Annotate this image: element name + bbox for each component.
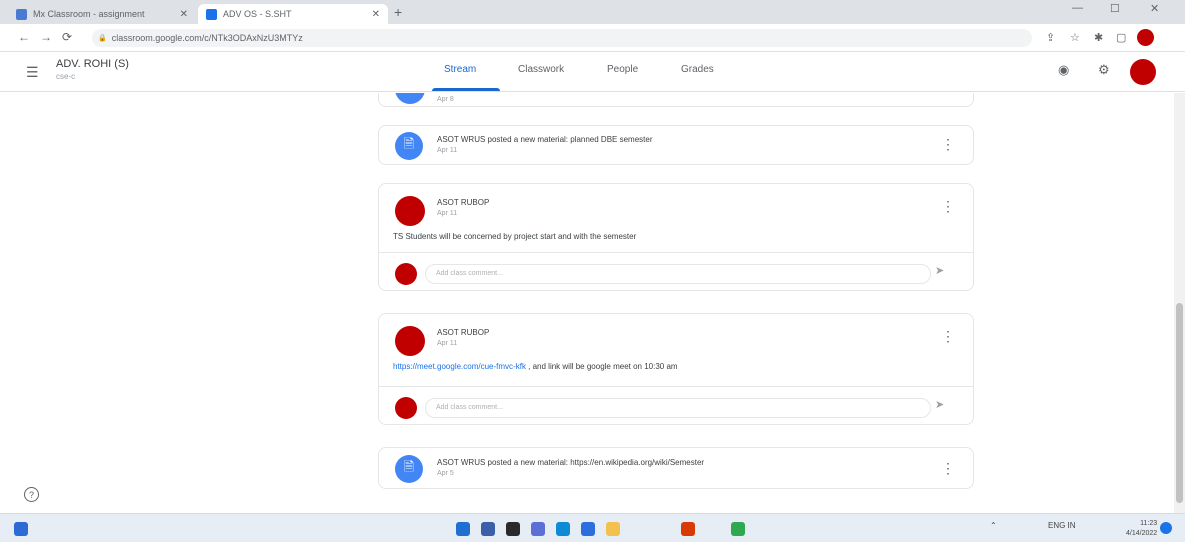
- task-view-icon[interactable]: [506, 522, 520, 536]
- post-title: ASOT WRUS posted a new material: planned…: [437, 135, 653, 144]
- post-author: ASOT RUBOP: [437, 198, 490, 207]
- browser-tab-strip: Mx Classroom - assignment ✕ ADV OS - S.S…: [0, 0, 1185, 24]
- maximize-button[interactable]: ☐: [1110, 2, 1120, 15]
- post-date: Apr 11: [437, 210, 458, 217]
- more-options-icon[interactable]: ⋮: [941, 460, 955, 477]
- post-card-material[interactable]: 🗎 ASOT WRUS posted a new material: https…: [378, 447, 974, 489]
- clock-time: 11:23: [1140, 520, 1158, 527]
- clock[interactable]: 11:23 4/14/2022: [1126, 519, 1157, 539]
- tab-title: ADV OS - S.SHT: [223, 9, 292, 19]
- post-date: Apr 11: [437, 340, 458, 347]
- stream-feed: 🗎 Apr 8 🗎 ASOT WRUS posted a new materia…: [0, 93, 1185, 513]
- active-tab-indicator: [432, 88, 500, 91]
- avatar: [395, 397, 417, 419]
- avatar: [395, 196, 425, 226]
- account-avatar[interactable]: [1130, 59, 1156, 85]
- tab-classwork[interactable]: Classwork: [518, 64, 564, 75]
- class-subtitle: cse-c: [56, 72, 76, 81]
- chat-icon[interactable]: [531, 522, 545, 536]
- close-window-button[interactable]: ✕: [1150, 2, 1159, 15]
- chrome-icon[interactable]: [731, 522, 745, 536]
- extensions-icon[interactable]: ✱: [1094, 31, 1103, 44]
- material-icon: 🗎: [395, 132, 423, 160]
- back-button[interactable]: ←: [18, 30, 30, 44]
- profile-avatar[interactable]: [1137, 29, 1154, 46]
- classroom-header: ☰ ADV. ROHI (S) cse-c Stream Classwork P…: [0, 52, 1185, 92]
- office-icon[interactable]: [681, 522, 695, 536]
- post-date: Apr 8: [437, 96, 454, 103]
- post-body: https://meet.google.com/cue-fmvc-kfk , a…: [393, 362, 678, 371]
- send-icon[interactable]: ➤: [935, 398, 944, 411]
- widgets-icon[interactable]: [14, 522, 28, 536]
- tab-favicon: [16, 8, 27, 20]
- search-icon[interactable]: [481, 522, 495, 536]
- post-body: TS Students will be concerned by project…: [393, 232, 637, 241]
- lock-icon: 🔒: [98, 35, 107, 42]
- post-author: ASOT RUBOP: [437, 328, 490, 337]
- more-options-icon[interactable]: ⋮: [941, 328, 955, 345]
- tab-favicon: [206, 8, 217, 20]
- notification-icon[interactable]: [1160, 522, 1172, 534]
- address-bar[interactable]: 🔒 classroom.google.com/c/NTk3ODAxNzU3MTY…: [92, 29, 1032, 47]
- bookmark-star-icon[interactable]: ☆: [1070, 31, 1080, 44]
- file-explorer-icon[interactable]: [606, 522, 620, 536]
- reload-button[interactable]: ⟳: [62, 30, 72, 44]
- language-indicator[interactable]: ENG IN: [1048, 521, 1076, 530]
- comment-row: Add class comment... ➤: [379, 386, 973, 426]
- material-icon: 🗎: [395, 455, 423, 483]
- more-options-icon[interactable]: ⋮: [941, 136, 955, 153]
- settings-icon[interactable]: ⚙: [1098, 62, 1110, 78]
- taskbar: ⌃ ENG IN 11:23 4/14/2022: [0, 513, 1185, 542]
- help-icon[interactable]: ?: [24, 487, 39, 502]
- menu-icon[interactable]: ☰: [26, 64, 39, 81]
- scrollbar-thumb[interactable]: [1176, 303, 1183, 503]
- browser-tab-active[interactable]: ADV OS - S.SHT ✕: [198, 4, 388, 24]
- comment-input[interactable]: Add class comment...: [425, 398, 931, 418]
- share-icon[interactable]: ⇪: [1046, 31, 1055, 44]
- browser-toolbar: ← → ⟳ 🔒 classroom.google.com/c/NTk3ODAxN…: [0, 24, 1185, 52]
- meet-icon[interactable]: ◉: [1058, 62, 1069, 78]
- post-card-material[interactable]: 🗎 ASOT WRUS posted a new material: plann…: [378, 125, 974, 165]
- send-icon[interactable]: ➤: [935, 264, 944, 277]
- tab-title: Mx Classroom - assignment: [33, 9, 145, 19]
- post-card-material[interactable]: 🗎 Apr 8: [378, 93, 974, 107]
- tab-close-icon[interactable]: ✕: [180, 9, 188, 20]
- post-link[interactable]: https://meet.google.com/cue-fmvc-kfk: [393, 362, 526, 371]
- minimize-button[interactable]: —: [1072, 2, 1083, 14]
- edge-icon[interactable]: [556, 522, 570, 536]
- url-text: classroom.google.com/c/NTk3ODAxNzU3MTYz: [111, 33, 303, 43]
- clock-date: 4/14/2022: [1126, 530, 1158, 537]
- comment-input[interactable]: Add class comment...: [425, 264, 931, 284]
- post-date: Apr 5: [437, 470, 454, 477]
- sidepanel-icon[interactable]: ▢: [1116, 31, 1126, 44]
- tray-chevron-icon[interactable]: ⌃: [990, 521, 997, 530]
- post-date: Apr 11: [437, 147, 458, 154]
- tab-people[interactable]: People: [607, 64, 638, 75]
- tab-close-icon[interactable]: ✕: [372, 9, 380, 20]
- post-card-announcement: ASOT RUBOP Apr 11 ⋮ https://meet.google.…: [378, 313, 974, 425]
- store-icon[interactable]: [581, 522, 595, 536]
- browser-tab[interactable]: Mx Classroom - assignment ✕: [8, 4, 196, 24]
- more-options-icon[interactable]: ⋮: [941, 198, 955, 215]
- post-card-announcement: ASOT RUBOP Apr 11 ⋮ TS Students will be …: [378, 183, 974, 291]
- class-title[interactable]: ADV. ROHI (S): [56, 58, 129, 70]
- tab-stream[interactable]: Stream: [444, 64, 476, 75]
- post-body-rest: , and link will be google meet on 10:30 …: [525, 362, 678, 371]
- post-title: ASOT WRUS posted a new material: https:/…: [437, 458, 705, 467]
- comment-row: Add class comment... ➤: [379, 252, 973, 292]
- start-icon[interactable]: [456, 522, 470, 536]
- new-tab-button[interactable]: +: [394, 4, 402, 20]
- scrollbar[interactable]: [1174, 93, 1185, 513]
- material-icon: 🗎: [395, 93, 425, 104]
- avatar: [395, 263, 417, 285]
- forward-button[interactable]: →: [40, 30, 52, 44]
- tab-grades[interactable]: Grades: [681, 64, 714, 75]
- avatar: [395, 326, 425, 356]
